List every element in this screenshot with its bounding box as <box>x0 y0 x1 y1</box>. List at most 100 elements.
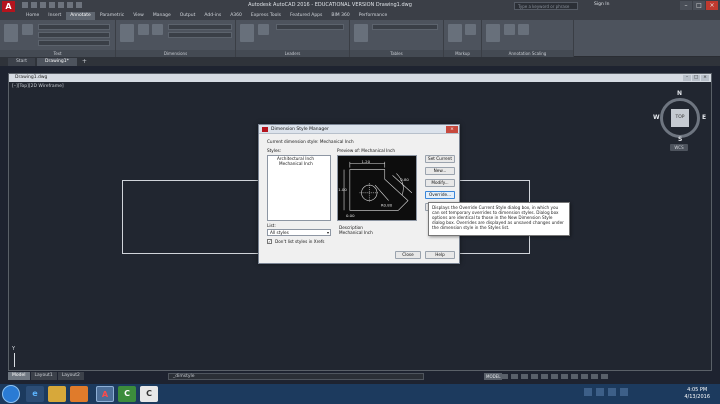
list-filter-dropdown[interactable]: All styles ▾ <box>267 229 331 236</box>
taskbar-internet-explorer[interactable]: e <box>26 386 44 402</box>
add-current-scale-icon[interactable] <box>504 24 515 35</box>
list-label: List: <box>267 223 276 228</box>
markup-import-icon[interactable] <box>448 24 462 42</box>
taskbar-camtasia[interactable]: C <box>118 386 136 402</box>
plot-icon[interactable] <box>58 2 64 8</box>
ortho-icon[interactable] <box>521 374 528 379</box>
dialog-close-action-button[interactable]: Close <box>395 251 421 259</box>
drawing-close-button[interactable]: × <box>701 75 709 81</box>
sync-scale-positions-icon[interactable] <box>518 24 529 35</box>
isolate-objects-icon[interactable] <box>581 374 588 379</box>
viewport-controls[interactable]: [–][Top][2D Wireframe] <box>12 84 64 89</box>
customization-icon[interactable] <box>601 374 608 379</box>
snap-icon[interactable] <box>511 374 518 379</box>
save-icon[interactable] <box>40 2 46 8</box>
dimension-icon[interactable] <box>120 24 134 42</box>
check-spelling-icon[interactable] <box>22 24 33 35</box>
flag-icon[interactable] <box>596 388 604 396</box>
tab-output[interactable]: Output <box>176 12 200 20</box>
annotation-scale-icon[interactable] <box>561 374 568 379</box>
start-button[interactable] <box>2 385 20 403</box>
tab-a360[interactable]: A360 <box>226 12 246 20</box>
close-button[interactable]: × <box>706 1 718 10</box>
tab-performance[interactable]: Performance <box>355 12 392 20</box>
drawing-window-controls: – □ × <box>683 75 709 81</box>
multileader-icon[interactable] <box>240 24 254 42</box>
taskbar-file-explorer[interactable] <box>48 386 66 402</box>
application-menu-button[interactable]: A <box>2 1 15 12</box>
workspace-gear-icon[interactable] <box>571 374 578 379</box>
text-height-dropdown[interactable] <box>38 32 110 38</box>
tab-express-tools[interactable]: Express Tools <box>247 12 285 20</box>
viewcube[interactable]: TOP N S E W <box>653 90 706 144</box>
tab-insert[interactable]: Insert <box>44 12 65 20</box>
open-file-icon[interactable] <box>31 2 37 8</box>
layout-tab-layout1[interactable]: Layout1 <box>30 372 57 380</box>
tab-home[interactable]: Home <box>22 12 43 20</box>
tab-view[interactable]: View <box>129 12 148 20</box>
dimension-layer-dropdown[interactable] <box>168 32 232 38</box>
compass-south[interactable]: S <box>678 136 682 143</box>
linear-dimension-icon[interactable] <box>138 24 149 35</box>
taskbar-autocad[interactable]: A <box>96 386 114 402</box>
tab-annotate[interactable]: Annotate <box>66 12 95 20</box>
file-tab-start[interactable]: Start <box>8 58 35 66</box>
undo-icon[interactable] <box>67 2 73 8</box>
layout-tab-layout2[interactable]: Layout2 <box>57 372 84 380</box>
help-button[interactable]: Help <box>425 251 455 259</box>
viewcube-top-face[interactable]: TOP <box>671 109 689 127</box>
compass-north[interactable]: N <box>677 90 682 97</box>
continue-dimension-icon[interactable] <box>152 24 163 35</box>
compass-west[interactable]: W <box>653 114 660 121</box>
drawing-minimize-button[interactable]: – <box>683 75 691 81</box>
minimize-button[interactable]: – <box>680 1 692 10</box>
tab-parametric[interactable]: Parametric <box>96 12 128 20</box>
layout-tab-model[interactable]: Model <box>8 372 30 380</box>
volume-icon[interactable] <box>620 388 628 396</box>
table-style-dropdown[interactable] <box>372 24 438 30</box>
add-leader-icon[interactable] <box>258 24 269 35</box>
dimension-style-dropdown[interactable] <box>168 24 232 30</box>
find-text-input[interactable] <box>38 40 110 46</box>
scale-list-icon[interactable] <box>486 24 500 42</box>
polar-icon[interactable] <box>531 374 538 379</box>
fullscreen-icon[interactable] <box>591 374 598 379</box>
new-style-button[interactable]: New... <box>425 167 455 175</box>
save-as-icon[interactable] <box>49 2 55 8</box>
list-item[interactable]: Mechanical Inch <box>268 161 330 166</box>
new-tab-button[interactable]: + <box>79 58 90 66</box>
taskbar-camtasia-recorder[interactable]: C <box>140 386 158 402</box>
search-input[interactable]: Type a keyword or phrase <box>514 2 578 10</box>
model-space-toggle[interactable]: MODEL <box>484 373 503 380</box>
xref-styles-checkbox[interactable]: ✓ <box>267 239 272 244</box>
modify-button[interactable]: Modify... <box>425 179 455 187</box>
compass-east[interactable]: E <box>702 114 706 121</box>
dialog-close-button[interactable]: × <box>446 126 458 133</box>
tab-manage[interactable]: Manage <box>149 12 175 20</box>
lineweight-icon[interactable] <box>551 374 558 379</box>
tab-add-ins[interactable]: Add-ins <box>200 12 225 20</box>
multiline-text-icon[interactable] <box>4 24 18 42</box>
new-file-icon[interactable] <box>22 2 28 8</box>
set-current-button[interactable]: Set Current <box>425 155 455 163</box>
multileader-style-dropdown[interactable] <box>276 24 344 30</box>
maximize-button[interactable]: □ <box>693 1 705 10</box>
network-icon[interactable] <box>608 388 616 396</box>
text-style-dropdown[interactable] <box>38 24 110 30</box>
clock[interactable]: 4:05 PM 4/13/2016 <box>684 387 710 401</box>
redo-icon[interactable] <box>76 2 82 8</box>
osnap-icon[interactable] <box>541 374 548 379</box>
drawing-maximize-button[interactable]: □ <box>692 75 700 81</box>
styles-listbox[interactable]: Architectural Inch Mechanical Inch <box>267 155 331 221</box>
command-line[interactable]: _dimstyle <box>168 373 424 380</box>
file-tab-drawing1[interactable]: Drawing1* <box>37 58 77 66</box>
table-icon[interactable] <box>354 24 368 42</box>
wcs-menu[interactable]: WCS <box>670 144 688 151</box>
override-button[interactable]: Override... <box>425 191 455 199</box>
tab-featured-apps[interactable]: Featured Apps <box>286 12 326 20</box>
styles-label: Styles: <box>267 148 282 153</box>
sign-in-link[interactable]: Sign In <box>594 2 609 7</box>
markup-assist-icon[interactable] <box>465 24 476 35</box>
tray-arrow-icon[interactable] <box>584 388 592 396</box>
tab-bim-360[interactable]: BIM 360 <box>327 12 353 20</box>
